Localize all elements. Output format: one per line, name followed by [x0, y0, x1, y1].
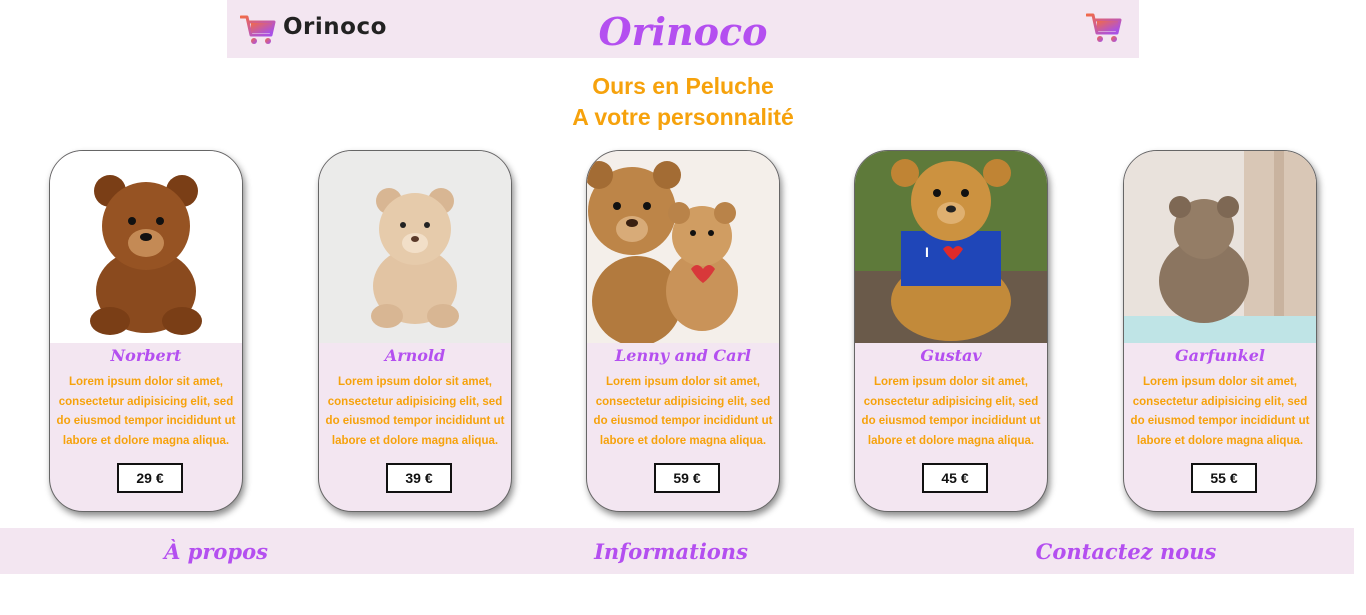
product-image[interactable]: I: [855, 151, 1047, 343]
cart-icon[interactable]: [1086, 12, 1122, 44]
product-price: 55 €: [1191, 463, 1257, 493]
product-image[interactable]: [50, 151, 242, 343]
product-description: Lorem ipsum dolor sit amet, consectetur …: [56, 376, 236, 447]
product-description: Lorem ipsum dolor sit amet, consectetur …: [1130, 376, 1310, 447]
product-image[interactable]: [587, 151, 779, 343]
svg-text:I: I: [925, 244, 929, 260]
site-header: Orinoco Orinoco: [227, 0, 1139, 58]
footer-link-about[interactable]: À propos: [66, 539, 366, 564]
product-name[interactable]: Lenny and Carl: [587, 346, 779, 365]
product-name[interactable]: Gustav: [855, 346, 1047, 365]
product-card[interactable]: Arnold Lorem ipsum dolor sit amet, conse…: [318, 150, 512, 512]
product-description: Lorem ipsum dolor sit amet, consectetur …: [593, 376, 773, 447]
site-footer: À propos Informations Contactez nous: [0, 528, 1354, 574]
product-price: 29 €: [117, 463, 183, 493]
footer-link-contact[interactable]: Contactez nous: [976, 539, 1276, 564]
product-card[interactable]: Garfunkel Lorem ipsum dolor sit amet, co…: [1123, 150, 1317, 512]
product-price: 59 €: [654, 463, 720, 493]
product-price: 45 €: [922, 463, 988, 493]
product-name[interactable]: Norbert: [50, 346, 242, 365]
tagline-line-1: Ours en Peluche: [592, 73, 774, 99]
product-price: 39 €: [386, 463, 452, 493]
product-name[interactable]: Arnold: [319, 346, 511, 365]
product-card[interactable]: I Gustav Lorem ipsum dolor sit amet, con…: [854, 150, 1048, 512]
site-title: Orinoco: [598, 9, 768, 54]
product-card[interactable]: Lenny and Carl Lorem ipsum dolor sit ame…: [586, 150, 780, 512]
tagline: Ours en Peluche A votre personnalité: [0, 71, 1366, 133]
product-name[interactable]: Garfunkel: [1124, 346, 1316, 365]
product-image[interactable]: [1124, 151, 1316, 343]
product-image[interactable]: [319, 151, 511, 343]
footer-link-information[interactable]: Informations: [521, 539, 821, 564]
product-description: Lorem ipsum dolor sit amet, consectetur …: [325, 376, 505, 447]
product-description: Lorem ipsum dolor sit amet, consectetur …: [861, 376, 1041, 447]
product-card[interactable]: Norbert Lorem ipsum dolor sit amet, cons…: [49, 150, 243, 512]
tagline-line-2: A votre personnalité: [572, 104, 794, 130]
